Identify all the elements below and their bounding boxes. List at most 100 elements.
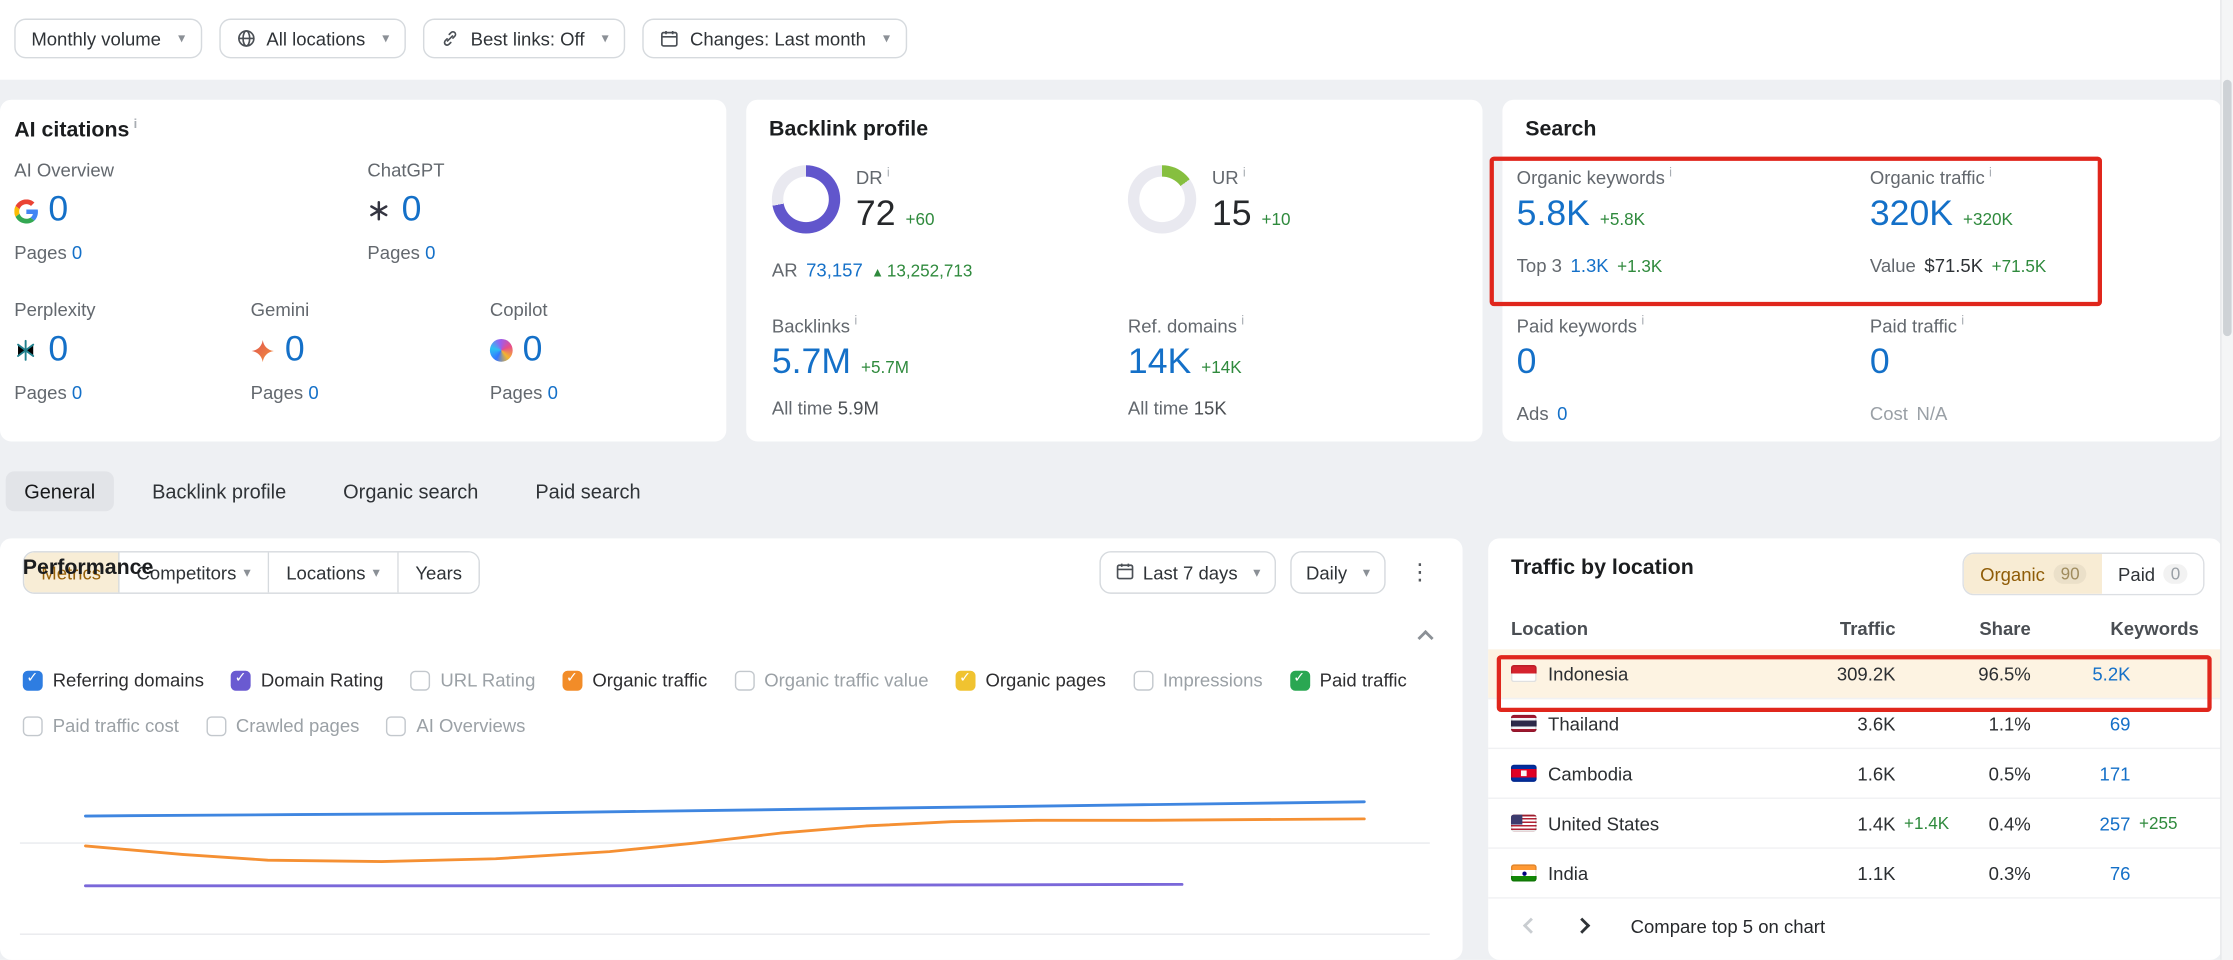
metric-organic-traffic-value[interactable]: Organic traffic value <box>734 669 928 690</box>
metric-url-rating[interactable]: URL Rating <box>410 669 535 690</box>
paid-toggle[interactable]: Paid0 <box>2102 554 2203 594</box>
paid-keywords-value-link[interactable]: 0 <box>1517 344 1537 383</box>
ur-value: 15 <box>1212 196 1252 235</box>
ai-citation-copilot: Copilot 0 Pages 0 <box>490 299 724 403</box>
metric-organic-traffic[interactable]: Organic traffic <box>562 669 707 690</box>
top3-link[interactable]: 1.3K <box>1571 255 1609 276</box>
copilot-count[interactable]: 0 <box>523 331 543 370</box>
organic-keywords-value-link[interactable]: 5.8K <box>1517 196 1590 235</box>
locations-dropdown[interactable]: Locations <box>269 553 398 593</box>
link-icon <box>441 28 461 48</box>
info-icon <box>1243 165 1246 188</box>
dr-value: 72 <box>856 196 896 235</box>
backlinks-block: Backlinks 5.7M+5.7M All time 5.9M <box>772 313 1085 418</box>
tab-paid-search[interactable]: Paid search <box>517 471 659 511</box>
chart-line-domain-rating <box>85 884 1182 885</box>
table-row-united-states[interactable]: United States 1.4K+1.4K 0.4% 257+255 <box>1488 799 2221 849</box>
ai-overview-pages-link[interactable]: 0 <box>72 242 82 263</box>
tab-general[interactable]: General <box>6 471 114 511</box>
keywords-link[interactable]: 69 <box>2110 713 2131 734</box>
kebab-menu-icon[interactable]: ⋮ <box>1400 558 1440 586</box>
table-row-india[interactable]: India 1.1K 0.3% 76 <box>1488 849 2221 899</box>
ai-citation-chatgpt: ChatGPT 0 Pages 0 <box>367 160 601 264</box>
metric-crawled-pages[interactable]: Crawled pages <box>206 715 359 736</box>
copilot-pages-link[interactable]: 0 <box>548 382 558 403</box>
monthly-volume-dropdown[interactable]: Monthly volume <box>14 19 202 59</box>
organic-traffic-block: Organic traffic 320K+320K Value$71.5K+71… <box>1870 165 2212 276</box>
ai-citations-panel: AI citations AI Overview 0 Pages 0 ChatG… <box>0 100 726 442</box>
country-flag-icon <box>1511 665 1537 682</box>
google-g-icon <box>14 199 38 223</box>
checkbox-icon <box>1290 670 1310 690</box>
metric-paid-traffic-cost[interactable]: Paid traffic cost <box>23 715 179 736</box>
backlinks-value-link[interactable]: 5.7M <box>772 344 851 383</box>
url-rating-block: UR 15+10 <box>1128 165 1291 235</box>
metric-ai-overviews[interactable]: AI Overviews <box>386 715 525 736</box>
search-panel: Search Organic keywords 5.8K+5.8K Top 31… <box>1502 100 2221 442</box>
backlinks-label: Backlinks <box>772 313 1085 336</box>
paid-traffic-value-link[interactable]: 0 <box>1870 344 1890 383</box>
site-explorer-overview: Monthly volume All locations Best links:… <box>0 0 2233 960</box>
years-segment[interactable]: Years <box>398 553 479 593</box>
table-row-thailand[interactable]: Thailand 3.6K 1.1% 69 <box>1488 699 2221 749</box>
compare-top5-link[interactable]: Compare top 5 on chart <box>1631 915 1826 936</box>
tab-organic-search[interactable]: Organic search <box>325 471 497 511</box>
country-flag-icon <box>1511 715 1537 732</box>
metric-referring-domains[interactable]: Referring domains <box>23 669 204 690</box>
gemini-pages-link[interactable]: 0 <box>308 382 318 403</box>
ahrefs-rank-link[interactable]: 73,157 <box>806 259 863 280</box>
ref-domains-label: Ref. domains <box>1128 313 1441 336</box>
perplexity-pages-link[interactable]: 0 <box>72 382 82 403</box>
next-page-chevron-icon[interactable] <box>1562 906 1602 946</box>
organic-toggle[interactable]: Organic90 <box>1964 554 2102 594</box>
ai-overview-count[interactable]: 0 <box>48 191 68 230</box>
keywords-link[interactable]: 257 <box>2100 812 2131 833</box>
checkbox-icon <box>386 716 406 736</box>
country-flag-icon <box>1511 864 1537 881</box>
ahrefs-rank-delta: 13,252,713 <box>871 261 972 281</box>
prev-page-chevron-icon[interactable] <box>1511 906 1551 946</box>
info-icon <box>1669 165 1672 188</box>
chatgpt-logo-icon <box>367 199 391 223</box>
ur-donut-chart <box>1128 165 1196 233</box>
changes-label: Changes: Last month <box>690 28 866 49</box>
date-range-dropdown[interactable]: Last 7 days <box>1099 551 1276 594</box>
organic-traffic-value-link[interactable]: 320K <box>1870 196 1953 235</box>
keywords-link[interactable]: 5.2K <box>2092 663 2130 684</box>
chatgpt-pages-link[interactable]: 0 <box>425 242 435 263</box>
location-rows: Indonesia 309.2K 96.5% 5.2K Thailand 3.6… <box>1488 649 2221 898</box>
chart-line-referring-domains <box>85 802 1364 816</box>
vertical-scrollbar[interactable] <box>2220 0 2233 960</box>
traffic-by-location-panel: Traffic by location Organic90 Paid0 Loca… <box>1488 538 2221 960</box>
backlink-profile-panel: Backlink profile DR 72+60 AR 73,157 13,2… <box>746 100 1482 442</box>
backlink-profile-title: Backlink profile <box>769 117 928 141</box>
ads-link[interactable]: 0 <box>1557 403 1567 424</box>
tab-backlink-profile[interactable]: Backlink profile <box>134 471 305 511</box>
collapse-chevron-icon[interactable] <box>1420 627 1431 648</box>
gemini-logo-icon <box>251 338 275 362</box>
scrollbar-thumb[interactable] <box>2223 80 2232 336</box>
chatgpt-label: ChatGPT <box>367 160 601 181</box>
monthly-volume-label: Monthly volume <box>31 28 161 49</box>
metric-toggles-row-2: Paid traffic cost Crawled pages AI Overv… <box>23 715 526 736</box>
changes-dropdown[interactable]: Changes: Last month <box>643 19 907 59</box>
table-row-indonesia[interactable]: Indonesia 309.2K 96.5% 5.2K <box>1488 649 2221 699</box>
metric-domain-rating[interactable]: Domain Rating <box>231 669 383 690</box>
gemini-count[interactable]: 0 <box>285 331 305 370</box>
keywords-link[interactable]: 76 <box>2110 862 2131 883</box>
performance-panel: Metrics Competitors Locations Years Last… <box>0 538 1463 960</box>
metric-paid-traffic[interactable]: Paid traffic <box>1290 669 1407 690</box>
chatgpt-count[interactable]: 0 <box>402 191 422 230</box>
all-locations-dropdown[interactable]: All locations <box>219 19 406 59</box>
ref-domains-value-link[interactable]: 14K <box>1128 344 1191 383</box>
metric-impressions[interactable]: Impressions <box>1133 669 1263 690</box>
best-links-dropdown[interactable]: Best links: Off <box>424 19 626 59</box>
keywords-link[interactable]: 171 <box>2100 763 2131 784</box>
table-row-cambodia[interactable]: Cambodia 1.6K 0.5% 171 <box>1488 749 2221 799</box>
granularity-dropdown[interactable]: Daily <box>1290 551 1385 594</box>
ai-overview-label: AI Overview <box>14 160 248 181</box>
paid-keywords-block: Paid keywords 0 Ads0 <box>1517 313 1859 424</box>
perplexity-count[interactable]: 0 <box>48 331 68 370</box>
dr-label: DR <box>856 165 935 188</box>
metric-organic-pages[interactable]: Organic pages <box>956 669 1106 690</box>
